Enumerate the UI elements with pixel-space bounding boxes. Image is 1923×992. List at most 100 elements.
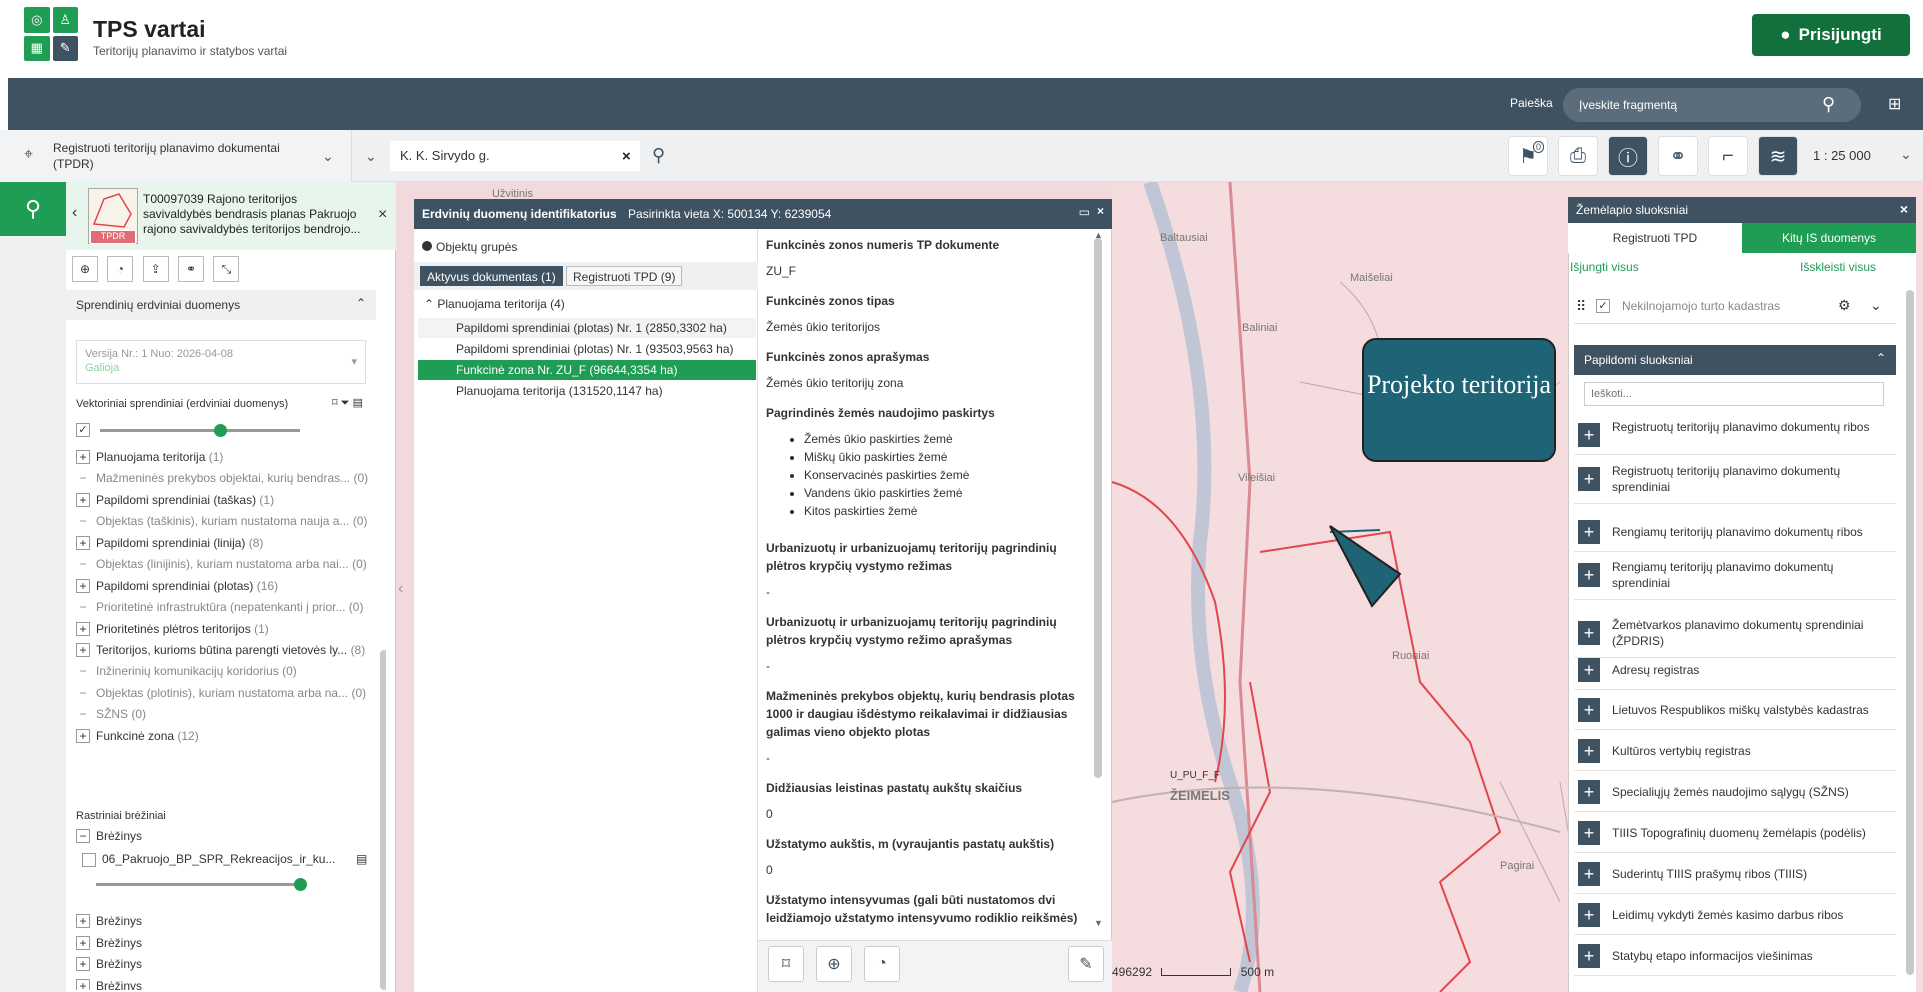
add-layer-icon[interactable]: + (1578, 658, 1600, 682)
extra-layer-item[interactable]: + Rengiamų teritorijų planavimo dokumentų… (1574, 550, 1896, 600)
chevron-up-icon[interactable]: ⌃ (1876, 351, 1886, 365)
expand-all-link[interactable]: Išskleisti visus (1800, 260, 1876, 274)
tools-icon[interactable]: ⤡ (213, 256, 240, 282)
address-input[interactable]: K. K. Sirvydo g. (390, 141, 640, 171)
link-button[interactable]: ⚭ (1658, 136, 1698, 176)
add-layer-icon[interactable]: + (1578, 563, 1600, 587)
scale-label[interactable]: 1 : 25 000 (1813, 148, 1871, 163)
extra-layers-header[interactable]: Papildomi sluoksniai ⌃ (1574, 345, 1896, 375)
version-select[interactable]: Versija Nr.: 1 Nuo: 2026-04-08 Galioja ▾ (76, 340, 366, 384)
measure-button[interactable]: ⌐ (1708, 136, 1748, 176)
layer-tree-item[interactable]: + Papildomi sprendiniai (taškas) (1) (76, 493, 274, 507)
layer-tree-item[interactable]: − Objektas (plotinis), kuriam nustatoma a… (76, 686, 366, 701)
expand-icon[interactable]: + (76, 579, 90, 593)
bookmark-icon[interactable]: ⌑ (332, 397, 338, 409)
expand-icon[interactable]: + (76, 536, 90, 550)
add-layer-icon[interactable]: + (1578, 780, 1600, 804)
layer-tree-item[interactable]: − Objektas (linijinis), kuriam nustatoma … (76, 557, 366, 572)
maximize-icon[interactable]: ▭ (1079, 205, 1090, 219)
drawing-item[interactable]: + Brėžinys (76, 935, 142, 950)
print-button[interactable]: ⎙ (1558, 136, 1598, 176)
raster-file[interactable]: 06_Pakruojo_BP_SPR_Rekreacijos_ir_ku... (82, 852, 335, 867)
expand-icon[interactable]: + (76, 622, 90, 636)
filter-icon[interactable]: ⏷ (341, 397, 350, 409)
scroll-down-icon[interactable]: ▼ (1094, 918, 1103, 928)
clear-icon[interactable]: × (622, 148, 631, 165)
add-layer-icon[interactable]: + (1578, 903, 1600, 927)
identifier-item[interactable]: Planuojama teritorija (131520,1147 ha) (418, 381, 756, 401)
extra-layer-item[interactable]: + Registruotų teritorijų planavimo dokume… (1574, 454, 1896, 504)
add-layer-icon[interactable]: + (1578, 467, 1600, 491)
vector-opacity-knob[interactable] (214, 424, 227, 437)
close-icon[interactable]: × (1097, 204, 1104, 218)
layers-button[interactable]: ≋ (1758, 136, 1798, 176)
extra-layer-item[interactable]: + Kultūros vertybių registras (1574, 731, 1896, 771)
extra-layer-item[interactable]: + Statybų etapo informacijos viešinimas (1574, 936, 1896, 976)
extra-layer-item[interactable]: + Leidimų vykdyti žemės kasimo darbus rib… (1574, 895, 1896, 935)
expand-icon[interactable]: + (76, 493, 90, 507)
identifier-item[interactable]: Papildomi sprendiniai (plotas) Nr. 1 (28… (418, 318, 756, 338)
zoom-button[interactable]: ⊕ (816, 946, 852, 982)
share-icon[interactable]: ⇪ (142, 256, 169, 282)
gauge-icon[interactable]: ◔ (107, 256, 134, 282)
search-input[interactable] (1563, 88, 1861, 122)
close-icon[interactable]: × (378, 206, 387, 224)
layer-tree-item[interactable]: − Prioritetinė infrastruktūra (nepatenkan… (76, 600, 363, 615)
tab-active-document[interactable]: Aktyvus dokumentas (1) (420, 266, 563, 286)
extra-layer-item[interactable]: + Registruotų teritorijų planavimo dokume… (1574, 415, 1896, 455)
layer-tree-item[interactable]: − Inžinerinių komunikacijų koridorius (0) (76, 664, 296, 679)
scrollbar[interactable] (1094, 238, 1102, 778)
scroll-up-icon[interactable]: ▲ (1094, 230, 1103, 240)
expand-icon[interactable]: + (76, 450, 90, 464)
checkbox[interactable] (82, 852, 96, 867)
layer-tree-item[interactable]: + Funkcinė zona (12) (76, 729, 199, 743)
add-layer-icon[interactable]: + (1578, 739, 1600, 763)
layer-tree-item[interactable]: + Teritorijos, kurioms būtina parengti vi… (76, 643, 365, 657)
bookmark-button[interactable]: ⚑ 0 (1508, 136, 1548, 176)
expand-icon[interactable]: + (76, 957, 90, 971)
extra-layer-item[interactable]: + Lietuvos Respublikos miškų valstybės ka… (1574, 690, 1896, 730)
tab-registered-tpd[interactable]: Registruoti TPD (1568, 223, 1742, 253)
close-icon[interactable]: × (1900, 201, 1908, 217)
identifier-item[interactable]: Papildomi sprendiniai (plotas) Nr. 1 (93… (418, 339, 756, 359)
search-icon[interactable]: ⚲ (1822, 94, 1835, 115)
chevron-down-icon[interactable]: ⌄ (1870, 297, 1882, 314)
add-layer-icon[interactable]: + (1578, 423, 1600, 447)
expand-icon[interactable]: + (76, 643, 90, 657)
identifier-item[interactable]: Funkcinė zona Nr. ZU_F (96644,3354 ha) (418, 360, 756, 380)
file-icon[interactable]: ▤ (356, 852, 367, 866)
identifier-group[interactable]: ⌃ Planuojama teritorija (4) (424, 297, 565, 311)
turn-off-all-link[interactable]: Išjungti visus (1570, 260, 1639, 274)
collapse-panel-icon[interactable]: ‹ (398, 580, 403, 598)
bookmark-button[interactable]: ⌑ (768, 946, 804, 982)
link-icon[interactable]: ⚭ (178, 256, 205, 282)
search-icon[interactable]: ⚲ (652, 145, 665, 166)
gear-icon[interactable]: ⚙ (1838, 297, 1851, 314)
add-layer-icon[interactable]: + (1578, 862, 1600, 886)
chevron-left-icon[interactable]: ‹ (72, 204, 77, 222)
drag-handle-icon[interactable]: ⠿ (1576, 298, 1586, 315)
add-layer-icon[interactable]: + (1578, 621, 1600, 645)
raster-opacity-slider[interactable] (96, 883, 300, 886)
scrollbar[interactable] (380, 650, 386, 990)
expand-icon[interactable]: + (76, 729, 90, 743)
zoom-icon[interactable]: ⊕ (72, 256, 98, 282)
sitemap-icon[interactable]: ⊞ (1888, 94, 1901, 114)
layer-tree-item[interactable]: + Papildomi sprendiniai (plotas) (16) (76, 579, 278, 593)
search-doc-icon[interactable]: ⚲ (0, 182, 66, 236)
checkbox[interactable]: ✓ (1596, 299, 1610, 313)
drawing-item[interactable]: + Brėžinys (76, 978, 142, 990)
chevron-down-icon[interactable]: ⌄ (1900, 146, 1912, 163)
add-layer-icon[interactable]: + (1578, 944, 1600, 968)
raster-group[interactable]: − Brėžinys (76, 829, 142, 843)
vector-visibility[interactable]: ✓ (76, 422, 90, 437)
info-button[interactable]: ⓘ (1608, 136, 1648, 176)
expand-icon[interactable]: + (76, 978, 90, 990)
extra-layer-item[interactable]: + Specialiųjų žemės naudojimo sąlygų (SŽN… (1574, 772, 1896, 812)
collapse-icon[interactable]: − (76, 829, 90, 843)
drawing-item[interactable]: + Brėžinys (76, 914, 142, 928)
tab-other-is[interactable]: Kitų IS duomenys (1742, 223, 1916, 253)
edit-button[interactable]: ✎ (1068, 946, 1104, 982)
extra-layer-item[interactable]: + Suderintų TIIIS prašymų ribos (TIIIS) (1574, 854, 1896, 894)
add-layer-icon[interactable]: + (1578, 698, 1600, 722)
